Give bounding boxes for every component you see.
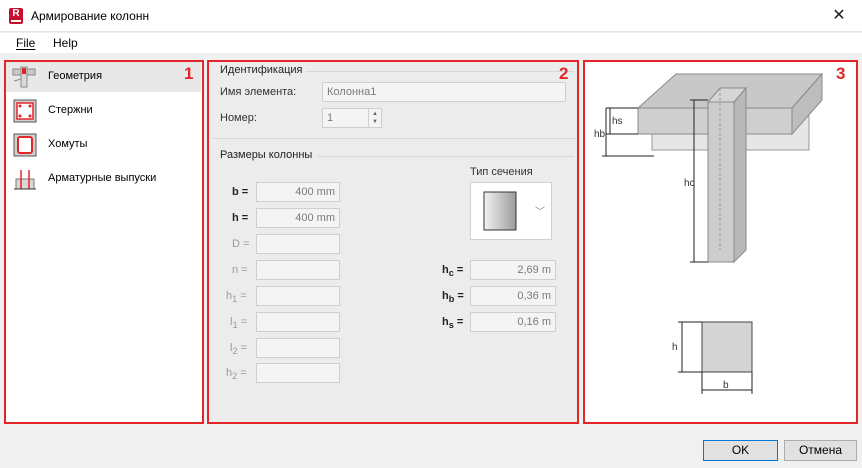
menu-bar: File Help (0, 33, 862, 53)
ok-button[interactable]: OK (703, 440, 778, 461)
annotation-number-1: 1 (184, 64, 194, 83)
annotation-number-3: 3 (836, 64, 846, 83)
title-bar: R Армирование колонн ✕ (0, 0, 862, 32)
close-icon[interactable]: ✕ (816, 0, 862, 32)
annotation-frame-3 (583, 60, 858, 424)
cancel-button[interactable]: Отмена (784, 440, 857, 461)
menu-help[interactable]: Help (53, 36, 78, 50)
revit-app-icon: R (9, 8, 23, 24)
annotation-frame-1 (4, 60, 204, 424)
window-title: Армирование колонн (31, 9, 150, 23)
annotation-number-2: 2 (559, 64, 569, 83)
annotation-frame-2 (207, 60, 579, 424)
menu-file[interactable]: File (16, 36, 35, 50)
